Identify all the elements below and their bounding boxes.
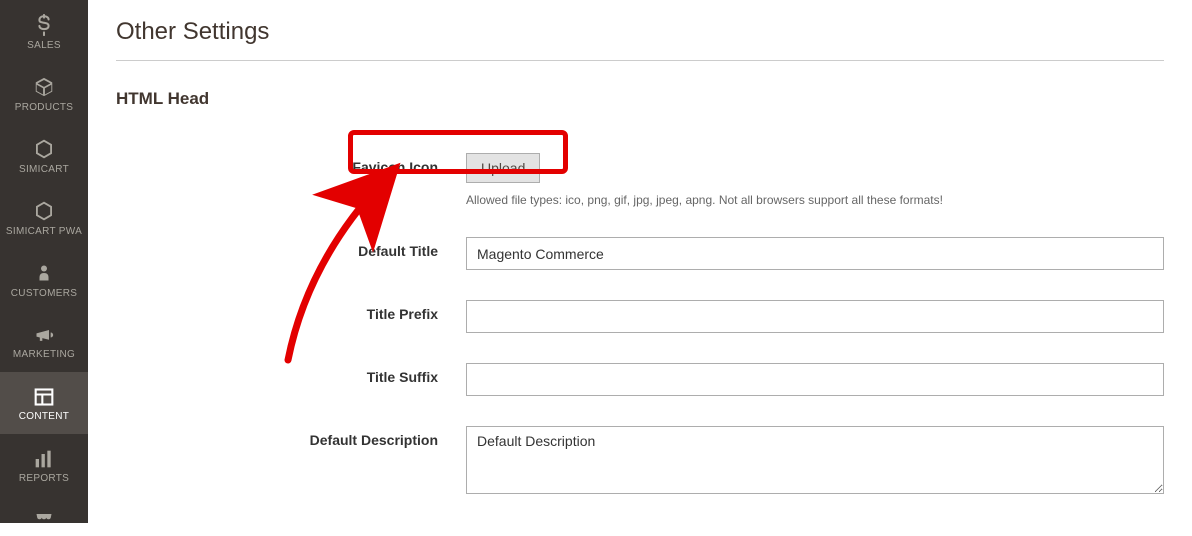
title-prefix-input[interactable] (466, 300, 1164, 333)
sidebar-item-label: PRODUCTS (15, 102, 74, 113)
favicon-help-text: Allowed file types: ico, png, gif, jpg, … (466, 193, 1164, 207)
sidebar-item-customers[interactable]: CUSTOMERS (0, 248, 88, 310)
sidebar-item-label: SALES (27, 40, 61, 51)
favicon-row: Favicon Icon Upload Allowed file types: … (116, 153, 1164, 207)
hexagon-icon (34, 138, 54, 160)
sidebar-item-label: REPORTS (19, 473, 69, 484)
sidebar-item-label: MARKETING (13, 349, 75, 360)
sidebar-item-sales[interactable]: SALES (0, 0, 88, 62)
storefront-icon (33, 511, 55, 529)
sidebar-item-label: CONTENT (19, 411, 69, 422)
person-icon (35, 262, 53, 284)
page-title: Other Settings (116, 18, 1164, 61)
sidebar-item-content[interactable]: CONTENT (0, 372, 88, 434)
default-description-row: Default Description (116, 426, 1164, 497)
layout-icon (33, 387, 55, 407)
main-content: Other Settings HTML Head Favicon Icon Up… (88, 0, 1192, 523)
title-prefix-label: Title Prefix (116, 300, 466, 322)
sidebar-item-simicart-pwa[interactable]: SIMICART PWA (0, 186, 88, 248)
default-title-input[interactable] (466, 237, 1164, 270)
sidebar-item-label: SIMICART (19, 164, 69, 175)
sidebar-item-label: SIMICART PWA (6, 226, 82, 237)
megaphone-icon (33, 325, 55, 345)
upload-button[interactable]: Upload (466, 153, 540, 183)
sidebar-item-label: CUSTOMERS (11, 288, 77, 299)
sidebar-item-marketing[interactable]: MARKETING (0, 310, 88, 372)
admin-sidebar: SALES PRODUCTS SIMICART SIMICART PWA CUS… (0, 0, 88, 523)
default-title-row: Default Title (116, 237, 1164, 270)
sidebar-item-reports[interactable]: REPORTS (0, 434, 88, 496)
html-head-fieldset: Favicon Icon Upload Allowed file types: … (116, 153, 1164, 497)
default-description-textarea[interactable] (466, 426, 1164, 494)
sidebar-item-stores[interactable] (0, 496, 88, 536)
title-suffix-input[interactable] (466, 363, 1164, 396)
dollar-icon (34, 14, 54, 36)
default-description-label: Default Description (116, 426, 466, 448)
sidebar-item-simicart[interactable]: SIMICART (0, 124, 88, 186)
title-suffix-label: Title Suffix (116, 363, 466, 385)
cube-icon (33, 76, 55, 98)
hexagon-icon (34, 200, 54, 222)
sidebar-item-products[interactable]: PRODUCTS (0, 62, 88, 124)
default-title-label: Default Title (116, 237, 466, 259)
section-title: HTML Head (116, 89, 1164, 109)
favicon-label: Favicon Icon (116, 153, 466, 175)
title-prefix-row: Title Prefix (116, 300, 1164, 333)
bars-icon (33, 449, 55, 469)
title-suffix-row: Title Suffix (116, 363, 1164, 396)
